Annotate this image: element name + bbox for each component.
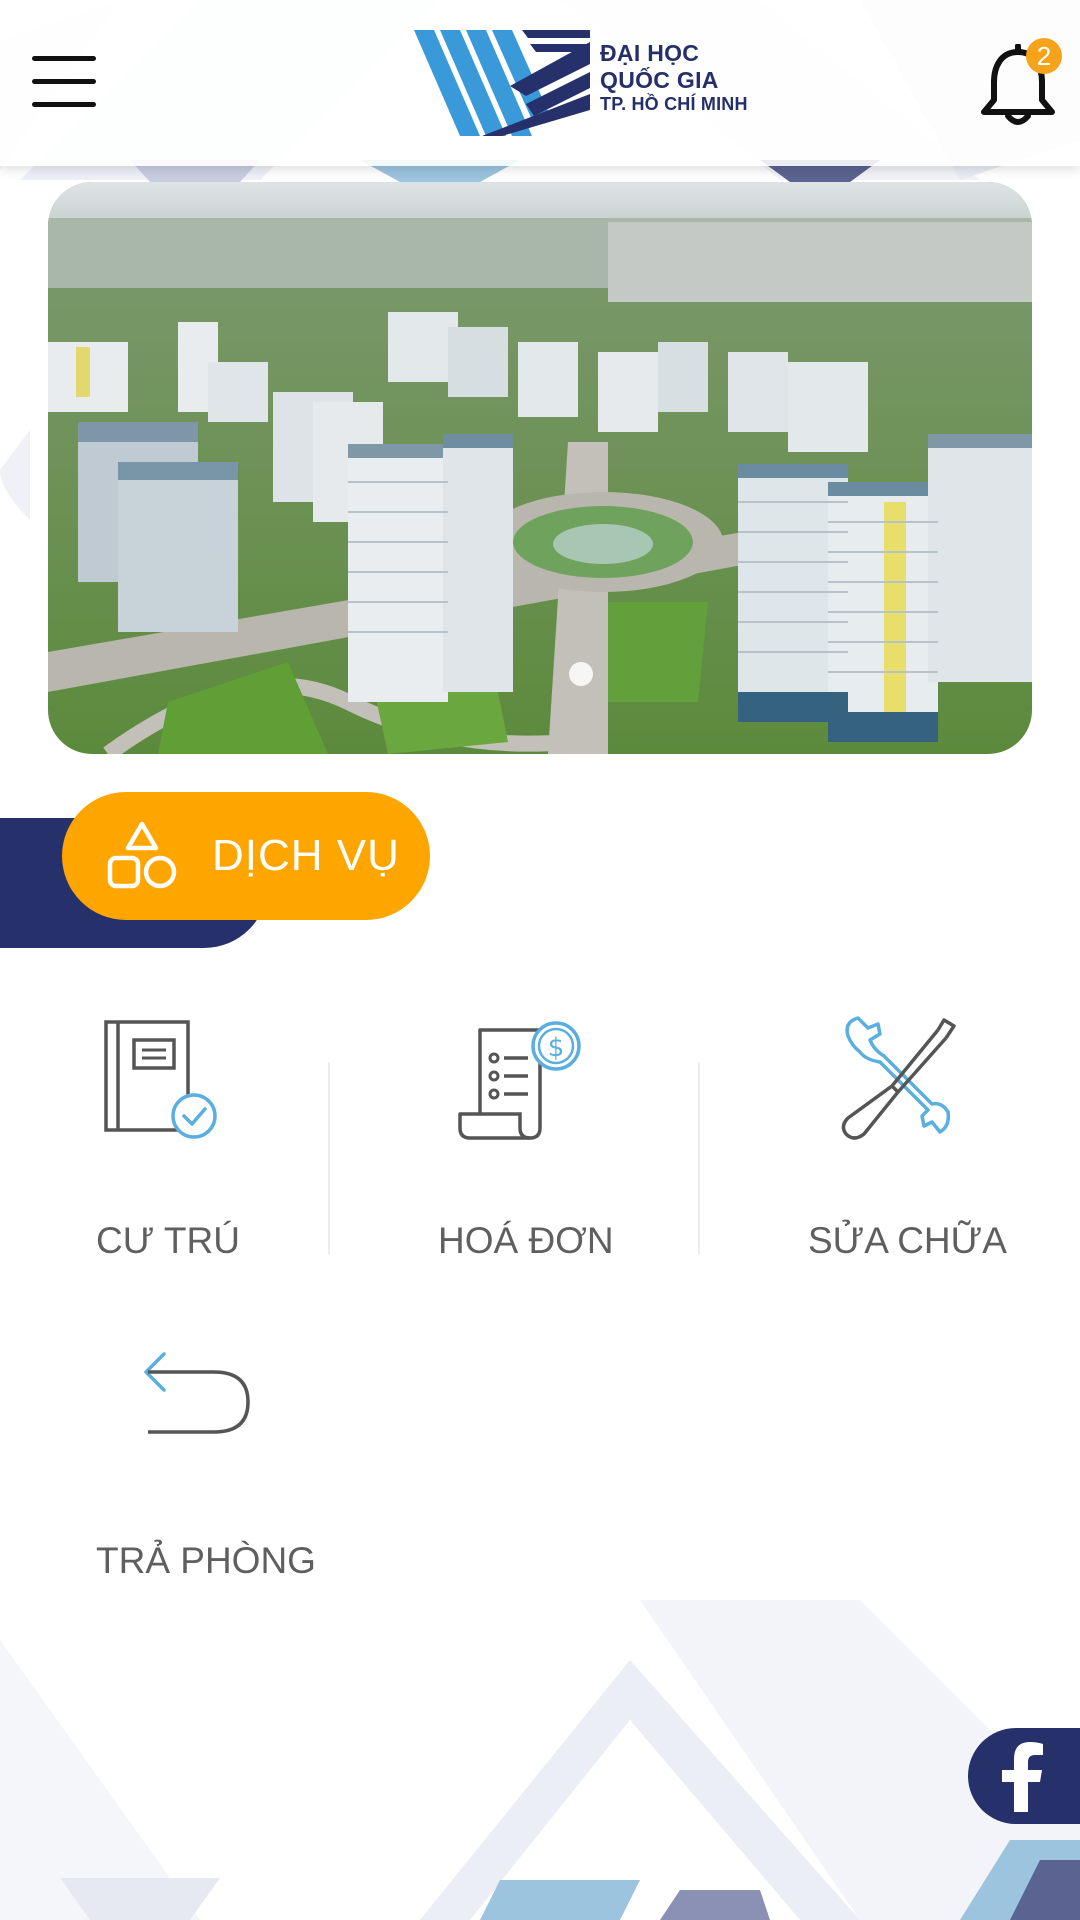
service-label: CƯ TRÚ: [96, 1220, 240, 1261]
service-label: SỬA CHỮA: [808, 1220, 1007, 1261]
repair-tools-icon: [841, 1016, 956, 1140]
logo-line-2: QUỐC GIA: [600, 67, 719, 94]
service-label: HOÁ ĐƠN: [438, 1220, 614, 1261]
service-sua-chua[interactable]: SỬA CHỮA: [790, 1010, 1050, 1280]
logo-line-3: TP. HỒ CHÍ MINH: [600, 94, 748, 115]
banner-carousel[interactable]: [48, 182, 1032, 754]
logo-wordmark: ĐẠI HỌC QUỐC GIA TP. HỒ CHÍ MINH: [600, 40, 748, 115]
section-title: DỊCH VỤ: [212, 831, 400, 880]
section-header-services: DỊCH VỤ: [62, 792, 430, 920]
service-tra-phong[interactable]: TRẢ PHÒNG: [60, 1330, 340, 1600]
notification-badge: 2: [1026, 38, 1062, 74]
service-hoa-don[interactable]: $ HOÁ ĐƠN: [410, 1010, 670, 1280]
svg-text:$: $: [548, 1033, 565, 1063]
return-arrow-icon: [144, 1352, 250, 1434]
service-cu-tru[interactable]: CƯ TRÚ: [60, 1010, 280, 1280]
facebook-button[interactable]: [968, 1728, 1080, 1824]
shapes-icon: [107, 821, 177, 889]
carousel-indicator-dot[interactable]: [569, 662, 593, 686]
divider: [698, 1062, 700, 1254]
service-label: TRẢ PHÒNG: [96, 1540, 316, 1581]
top-app-bar: ĐẠI HỌC QUỐC GIA TP. HỒ CHÍ MINH 2: [0, 0, 1080, 166]
dormitory-aerial-photo: [48, 182, 1032, 754]
divider: [328, 1062, 330, 1254]
residence-book-icon: [104, 1020, 217, 1139]
invoice-icon: $: [458, 1021, 581, 1140]
hamburger-menu-icon[interactable]: [32, 56, 96, 112]
logo-line-1: ĐẠI HỌC: [600, 40, 700, 66]
facebook-icon: [1002, 1742, 1043, 1812]
